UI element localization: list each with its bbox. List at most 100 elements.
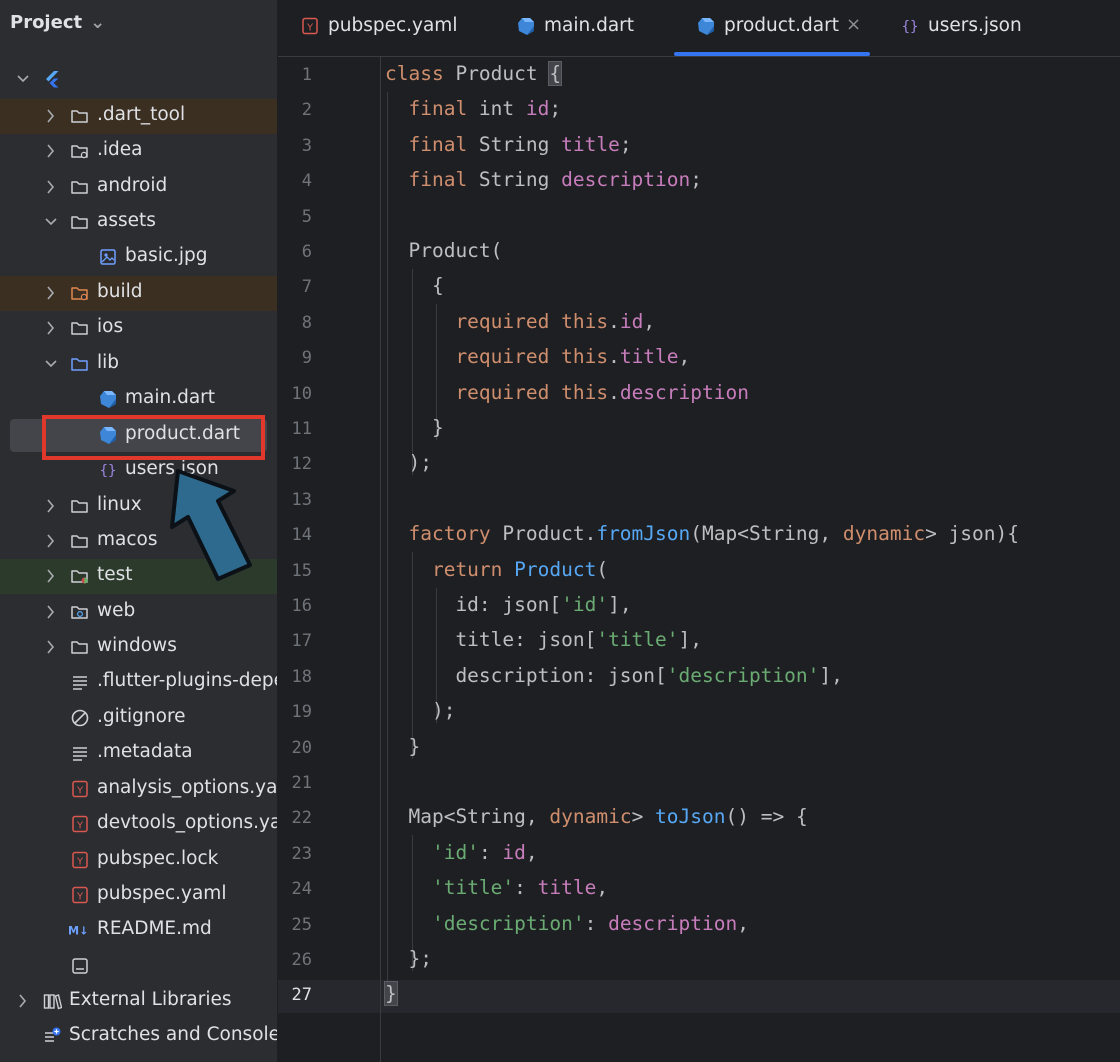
tab-label: main.dart: [544, 15, 635, 36]
code-token: .: [608, 345, 620, 369]
code-line[interactable]: final String title;: [385, 133, 631, 156]
tree-item-metadata[interactable]: .metadata: [0, 736, 277, 771]
code-line[interactable]: );: [385, 699, 456, 723]
tree-item-label: Scratches and Consoles: [69, 1024, 277, 1045]
tree-item-label: main.dart: [125, 387, 216, 408]
tree-item-scratches-and-consoles[interactable]: Scratches and Consoles: [0, 1019, 277, 1054]
line-number: 12: [291, 454, 312, 475]
tree-item-dart-tool[interactable]: .dart_tool: [0, 99, 277, 134]
code-line[interactable]: Map<String, dynamic> toJson() => {: [385, 805, 807, 829]
tree-item-item-25[interactable]: [0, 949, 277, 984]
tree-item-basic-jpg[interactable]: basic.jpg: [0, 240, 277, 275]
tree-item-assets[interactable]: assets: [0, 205, 277, 240]
tree-item-build[interactable]: build: [0, 276, 277, 311]
code-token: title: [537, 876, 597, 900]
chevron-right-icon[interactable]: [42, 283, 60, 303]
code-line[interactable]: factory Product.fromJson(Map<String, dyn…: [385, 522, 1019, 545]
tree-item-item-0[interactable]: [0, 62, 277, 97]
tree-item-devtools-options-yan[interactable]: Ydevtools_options.yan: [0, 807, 277, 842]
chevron-right-icon[interactable]: [42, 637, 60, 657]
chevron-right-icon[interactable]: [42, 177, 60, 197]
chevron-right-icon[interactable]: [42, 496, 60, 516]
code-line[interactable]: }: [385, 735, 420, 758]
code-line[interactable]: final int id;: [385, 97, 561, 120]
ignore-file-icon: [70, 708, 90, 728]
tree-item-pubspec-lock[interactable]: Ypubspec.lock: [0, 843, 277, 878]
chevron-right-icon[interactable]: [42, 106, 60, 126]
line-number: 10: [291, 383, 312, 404]
tree-item-label: README.md: [97, 918, 212, 939]
chevron-down-icon[interactable]: [42, 212, 60, 232]
tree-item-analysis-options-yan[interactable]: Yanalysis_options.yan: [0, 772, 277, 807]
code-token: Map<String,: [385, 805, 550, 829]
line-number: 26: [291, 950, 312, 970]
code-line[interactable]: {: [385, 274, 444, 297]
tree-item-windows[interactable]: windows: [0, 630, 277, 665]
code-token: this: [561, 309, 609, 333]
code-token: required: [385, 345, 562, 369]
tree-item-web[interactable]: web: [0, 595, 277, 630]
code-token: title: [619, 345, 679, 369]
line-number: 7: [301, 277, 312, 298]
tree-item-pubspec-yaml[interactable]: Ypubspec.yaml: [0, 878, 277, 913]
code-token: ,: [678, 345, 691, 369]
code-token: id: [502, 840, 526, 864]
code-line[interactable]: class Product {: [385, 61, 563, 86]
code-token: 'id': [561, 593, 609, 616]
code-line[interactable]: id: json['id'],: [385, 593, 631, 616]
chevron-right-icon[interactable]: [42, 531, 60, 551]
close-icon[interactable]: ×: [846, 14, 861, 35]
tree-item-ios[interactable]: ios: [0, 311, 277, 346]
chevron-right-icon[interactable]: [42, 318, 60, 338]
chevron-down-icon[interactable]: [42, 354, 60, 374]
tree-item-android[interactable]: android: [0, 170, 277, 205]
line-number: 16: [291, 596, 312, 616]
tab-main-dart[interactable]: main.dart: [516, 0, 666, 56]
code-line[interactable]: 'title': title,: [385, 876, 608, 899]
tree-item-label: android: [97, 175, 168, 196]
code-line[interactable]: required this.id,: [385, 310, 655, 333]
code-line[interactable]: 'id': id,: [385, 841, 538, 864]
code-line[interactable]: );: [385, 451, 432, 474]
tab-product-dart[interactable]: product.dart ×: [674, 0, 870, 56]
tree-item-label: linux: [97, 494, 142, 515]
code-line[interactable]: title: json['title'],: [385, 628, 702, 651]
chevron-right-icon[interactable]: [42, 602, 60, 622]
code-line[interactable]: };: [385, 947, 432, 970]
tree-item-product-dart[interactable]: product.dart: [0, 418, 277, 453]
code-line[interactable]: 'description': description,: [385, 912, 749, 935]
code-line[interactable]: }: [384, 981, 398, 1007]
chevron-right-icon[interactable]: [14, 991, 32, 1011]
tree-item-gitignore[interactable]: .gitignore: [0, 701, 277, 736]
line-number: 22: [291, 808, 312, 829]
tree-item-lib[interactable]: lib: [0, 347, 277, 382]
tab-users-json[interactable]: {} users.json: [900, 0, 1050, 56]
code-line[interactable]: return Product(: [385, 558, 608, 581]
code-token: ],: [819, 663, 843, 687]
dart-file-icon: [516, 16, 536, 36]
tab-pubspec-yaml[interactable]: Ypubspec.yaml: [300, 0, 457, 56]
chevron-down-icon[interactable]: ⌄: [90, 12, 105, 33]
tree-item-idea[interactable]: .idea: [0, 134, 277, 169]
tree-item-label: ios: [97, 316, 124, 337]
code-line[interactable]: required this.description: [385, 381, 749, 404]
yaml-file-icon: Y: [70, 885, 90, 905]
code-line[interactable]: }: [385, 416, 444, 439]
code-line[interactable]: final String description;: [385, 168, 702, 191]
code-token: String: [478, 168, 562, 192]
tree-item-readme-md[interactable]: M↓ README.md: [0, 913, 277, 948]
project-view-selector[interactable]: Project ⌄: [10, 12, 105, 33]
yaml-file-icon: Y: [70, 850, 90, 870]
code-line[interactable]: Product(: [385, 239, 502, 262]
code-token: );: [385, 699, 456, 723]
chevron-right-icon[interactable]: [42, 566, 60, 586]
chevron-right-icon[interactable]: [42, 141, 60, 161]
tree-item-flutter-plugins-depe[interactable]: .flutter-plugins-depe: [0, 665, 277, 700]
folder-icon: [70, 177, 90, 197]
line-number-gutter: 1 2 3 4 5 6 7 8 9 10 11 12 13 14 15 16 17 18 19 20 21 22 23 24 2…: [278, 56, 381, 1062]
code-line[interactable]: required this.title,: [385, 345, 690, 368]
tree-item-external-libraries[interactable]: External Libraries: [0, 984, 277, 1019]
tree-item-main-dart[interactable]: main.dart: [0, 382, 277, 417]
code-line[interactable]: description: json['description'],: [385, 663, 843, 687]
chevron-down-icon[interactable]: [14, 69, 32, 89]
